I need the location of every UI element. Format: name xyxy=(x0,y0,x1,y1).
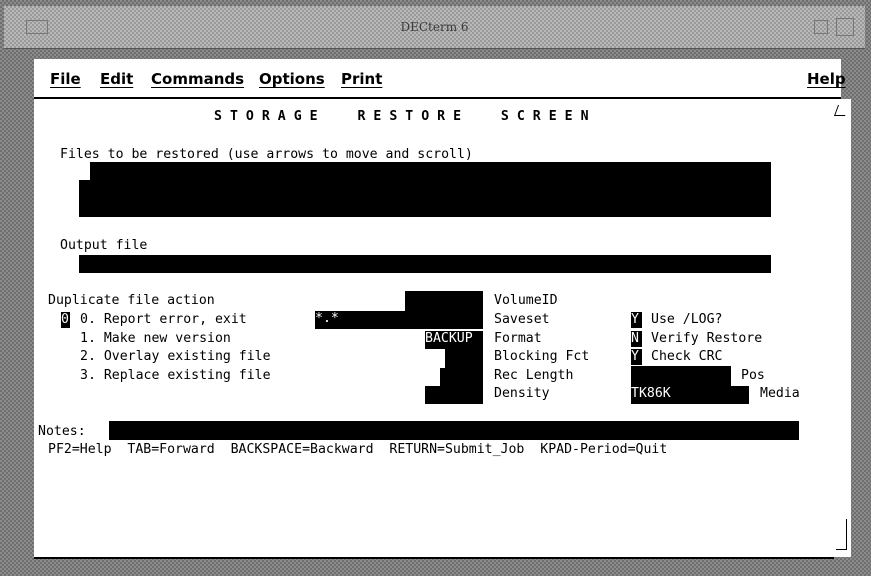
volumeid-label: VolumeID xyxy=(494,293,558,308)
crc-flag-label: Check CRC xyxy=(651,349,723,364)
window-title: DECterm 6 xyxy=(400,20,469,34)
dup-action-field[interactable]: 0 xyxy=(61,312,70,328)
window-menu-icon[interactable] xyxy=(26,20,48,34)
reclength-field[interactable] xyxy=(440,368,483,388)
output-file-field[interactable] xyxy=(79,255,771,273)
media-field[interactable]: TK86K xyxy=(631,386,749,404)
files-label: Files to be restored (use arrows to move… xyxy=(60,147,473,162)
key-help-footer: PF2=Help TAB=Forward BACKSPACE=Backward … xyxy=(48,442,668,457)
maximize-icon[interactable] xyxy=(836,18,854,36)
files-list-row-1[interactable] xyxy=(90,162,771,182)
dup-option-1: 1. Make new version xyxy=(80,331,231,346)
menu-commands[interactable]: Commands xyxy=(151,70,244,88)
menu-bar: File Edit Commands Options Print Help xyxy=(34,59,846,99)
menu-options[interactable]: Options xyxy=(259,70,325,88)
pos-label: Pos xyxy=(741,368,765,383)
saveset-label: Saveset xyxy=(494,312,550,327)
screen-heading: STORAGE RESTORE SCREEN xyxy=(214,109,597,124)
dup-option-0: 0. Report error, exit xyxy=(80,312,247,327)
output-label: Output file xyxy=(60,238,148,253)
dup-option-2: 2. Overlay existing file xyxy=(80,349,271,364)
volumeid-field[interactable] xyxy=(405,291,483,311)
notes-label: Notes: xyxy=(38,424,86,439)
menu-print[interactable]: Print xyxy=(341,70,382,88)
blocking-field[interactable] xyxy=(445,349,483,369)
reclength-label: Rec Length xyxy=(494,368,574,383)
log-flag-field[interactable]: Y xyxy=(631,312,642,328)
crc-flag-field[interactable]: Y xyxy=(631,349,642,365)
verify-flag-label: Verify Restore xyxy=(651,331,763,346)
files-list[interactable] xyxy=(79,180,771,217)
density-label: Density xyxy=(494,386,550,401)
notes-field[interactable] xyxy=(109,421,799,440)
verify-flag-field[interactable]: N xyxy=(631,331,642,347)
format-field[interactable]: BACKUP xyxy=(425,331,483,349)
window-titlebar[interactable]: DECterm 6 xyxy=(4,6,865,49)
dup-option-3: 3. Replace existing file xyxy=(80,368,271,383)
scroll-up-icon[interactable] xyxy=(833,105,850,116)
dup-action-label: Duplicate file action xyxy=(48,293,215,308)
scrollbar[interactable] xyxy=(832,99,851,557)
saveset-field[interactable]: *.* xyxy=(315,311,483,329)
log-flag-label: Use /LOG? xyxy=(651,312,723,327)
minimize-icon[interactable] xyxy=(814,20,828,34)
density-field[interactable] xyxy=(425,386,483,404)
blocking-label: Blocking Fct xyxy=(494,349,590,364)
scroll-down-icon[interactable] xyxy=(836,519,847,550)
pos-field[interactable] xyxy=(631,366,731,386)
menu-help[interactable]: Help xyxy=(807,70,846,88)
menu-file[interactable]: File xyxy=(50,70,81,88)
menu-edit[interactable]: Edit xyxy=(100,70,133,88)
media-label: Media xyxy=(760,386,800,401)
format-label: Format xyxy=(494,331,542,346)
